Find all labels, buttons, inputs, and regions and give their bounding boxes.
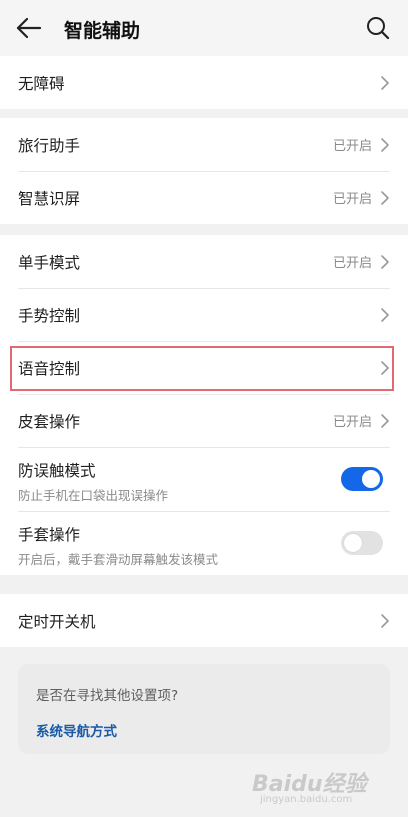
setting-row-smart-screen[interactable]: 智慧识屏 已开启 — [0, 171, 408, 224]
setting-label: 语音控制 — [18, 359, 81, 378]
setting-row-travel-assistant[interactable]: 旅行助手 已开启 — [0, 118, 408, 171]
setting-label: 单手模式 — [18, 253, 81, 272]
setting-label: 手势控制 — [18, 306, 81, 325]
status-text: 已开启 — [332, 192, 372, 207]
toggle-knob — [344, 534, 362, 552]
setting-label: 无障碍 — [18, 74, 65, 93]
chevron-right-icon — [381, 190, 389, 205]
chevron-right-icon — [381, 360, 389, 375]
setting-label: 防误触模式 — [18, 462, 96, 480]
settings-group-assistant: 旅行助手 已开启 智慧识屏 已开启 — [0, 118, 408, 224]
back-arrow-icon[interactable] — [14, 14, 46, 42]
setting-label: 智慧识屏 — [18, 189, 81, 208]
setting-label: 旅行助手 — [18, 136, 81, 155]
chevron-right-icon — [381, 613, 389, 628]
setting-subtitle: 防止手机在口袋出现误操作 — [18, 488, 169, 503]
setting-row-cover-operation[interactable]: 皮套操作 已开启 — [0, 394, 408, 447]
setting-row-gesture-control[interactable]: 手势控制 — [0, 288, 408, 341]
settings-group-accessibility: 无障碍 — [0, 56, 408, 109]
chevron-right-icon — [381, 137, 389, 152]
chevron-right-icon — [381, 307, 389, 322]
status-text: 已开启 — [332, 139, 372, 154]
watermark-sub: jingyan.baidu.com — [260, 794, 353, 805]
glove-mode-toggle[interactable] — [341, 531, 383, 555]
suggestion-card: 是否在寻找其他设置项? 系统导航方式 — [18, 664, 390, 754]
suggestion-question: 是否在寻找其他设置项? — [36, 688, 179, 704]
setting-row-one-hand-mode[interactable]: 单手模式 已开启 — [0, 235, 408, 288]
toggle-knob — [362, 470, 380, 488]
page-title: 智能辅助 — [64, 20, 141, 42]
header-bar: 智能辅助 — [0, 0, 408, 56]
status-text: 已开启 — [332, 256, 372, 271]
chevron-right-icon — [381, 254, 389, 269]
setting-label: 定时开关机 — [18, 612, 96, 631]
settings-group-controls: 单手模式 已开启 手势控制 语音控制 皮套操作 已开启 防误触模式 防止手机在口… — [0, 235, 408, 575]
chevron-right-icon — [381, 413, 389, 428]
accidental-touch-toggle[interactable] — [341, 467, 383, 491]
setting-row-accessibility[interactable]: 无障碍 — [0, 56, 408, 109]
setting-row-accidental-touch: 防误触模式 防止手机在口袋出现误操作 — [0, 447, 408, 511]
watermark-logo: Baidu经验 jingyan.baidu.com — [246, 766, 386, 810]
setting-subtitle: 开启后，戴手套滑动屏幕触发该模式 — [18, 552, 219, 567]
setting-row-scheduled-power[interactable]: 定时开关机 — [0, 594, 408, 647]
search-icon[interactable] — [364, 14, 392, 42]
setting-label: 皮套操作 — [18, 412, 81, 431]
settings-group-schedule: 定时开关机 — [0, 594, 408, 647]
chevron-right-icon — [381, 75, 389, 90]
setting-label: 手套操作 — [18, 526, 81, 544]
navigation-method-link[interactable]: 系统导航方式 — [36, 720, 117, 740]
setting-row-glove-mode: 手套操作 开启后，戴手套滑动屏幕触发该模式 — [0, 511, 408, 575]
status-text: 已开启 — [332, 415, 372, 430]
setting-row-voice-control[interactable]: 语音控制 — [0, 341, 408, 394]
